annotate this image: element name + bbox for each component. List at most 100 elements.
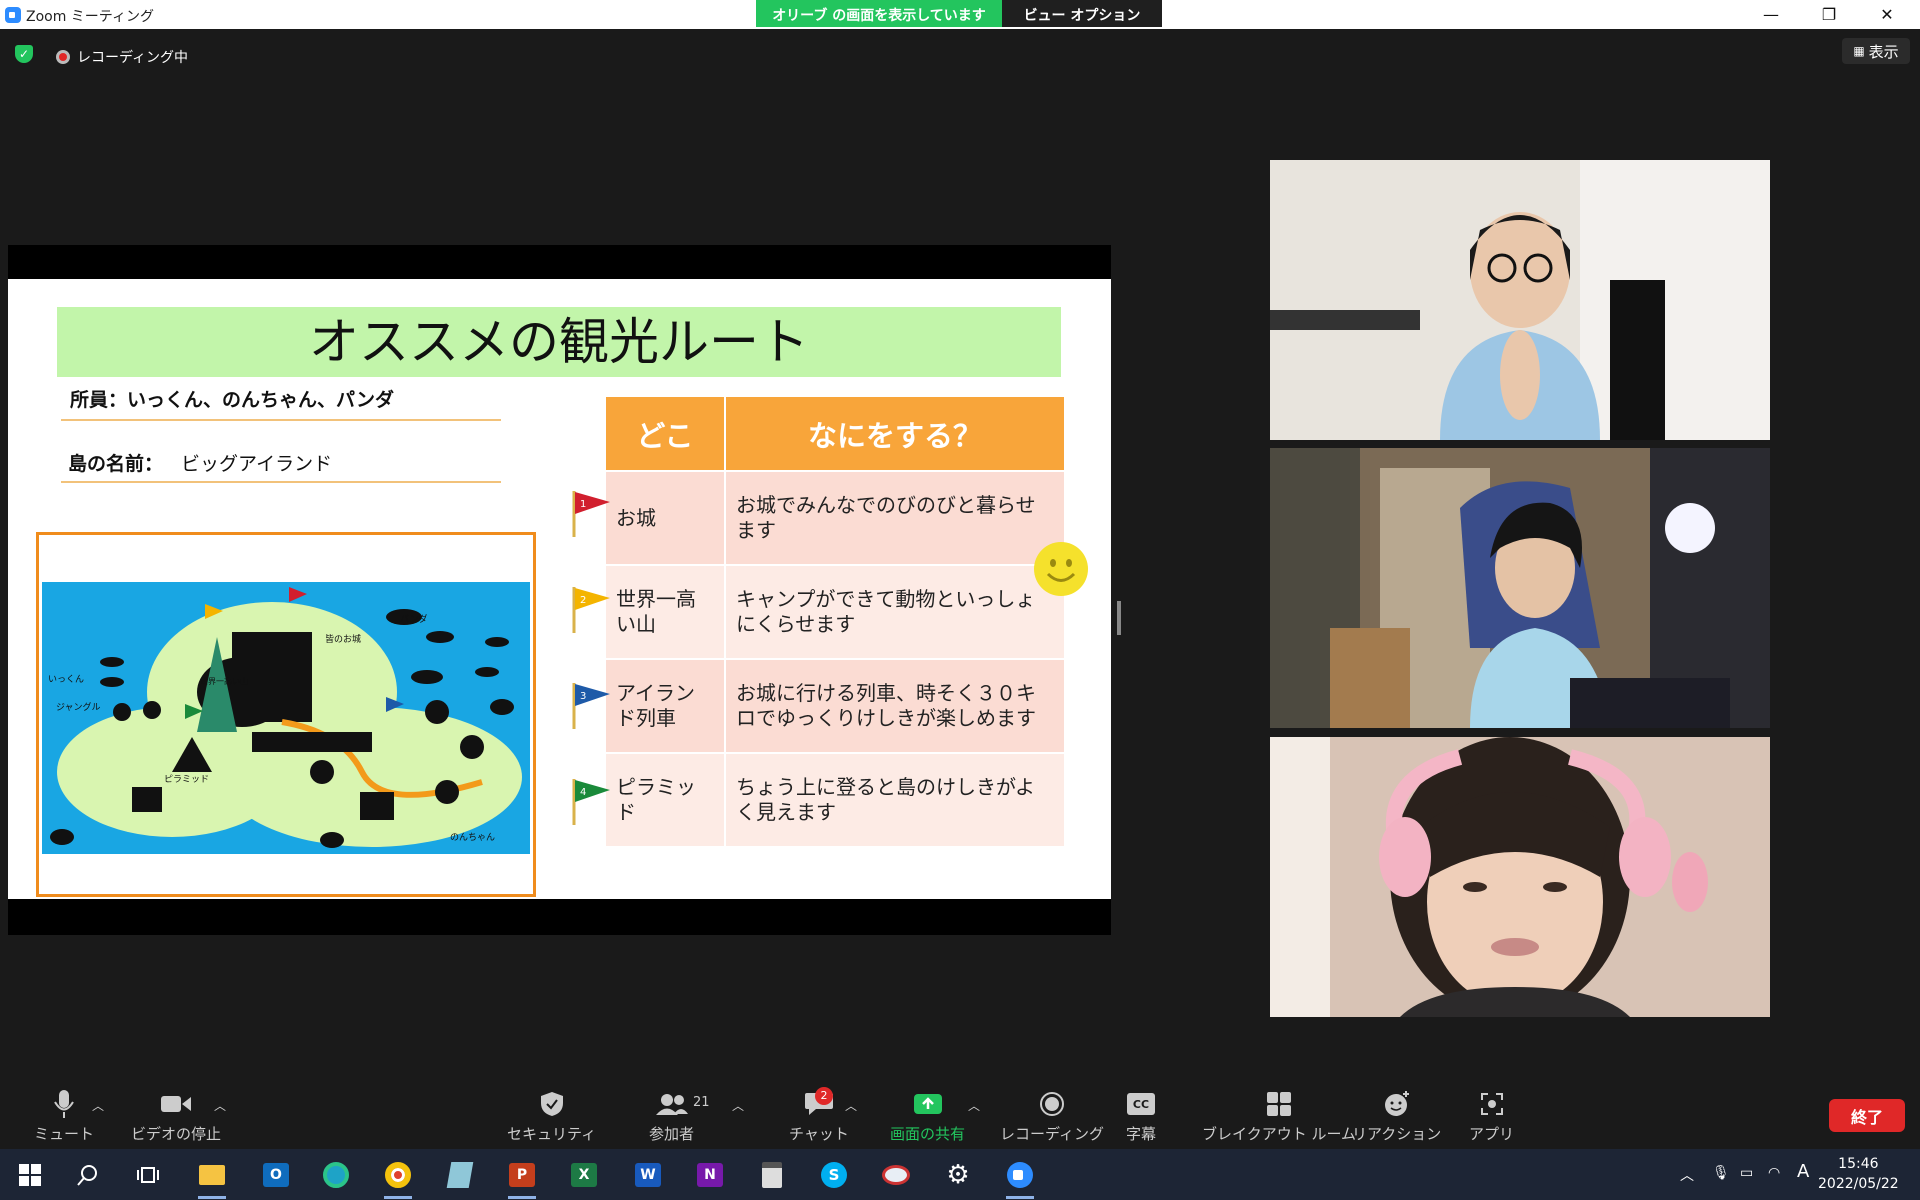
stop-video-label: ビデオの停止 <box>131 1125 222 1143</box>
share-screen-label: 画面の共有 <box>890 1125 966 1143</box>
table-cell-where: 世界一高い山 <box>606 566 724 658</box>
flag-icon-2: 2 <box>572 587 610 633</box>
chat-unread-badge: 2 <box>815 1087 833 1105</box>
shield-icon <box>540 1087 564 1121</box>
paint-app-icon[interactable] <box>878 1157 914 1193</box>
skype-icon[interactable]: S <box>816 1157 852 1193</box>
chrome-browser-icon[interactable] <box>380 1157 416 1199</box>
security-button[interactable]: セキュリティ <box>507 1087 596 1144</box>
calculator-icon[interactable] <box>754 1157 790 1193</box>
ime-indicator[interactable]: A <box>1797 1161 1809 1182</box>
annotation-smiley-icon <box>1034 542 1088 596</box>
apps-label: アプリ <box>1469 1125 1515 1143</box>
word-icon[interactable]: W <box>630 1157 666 1193</box>
table-cell-what: お城に行ける列車、時そく３０キロでゆっくりけしきが楽しめます <box>726 660 1064 752</box>
divider <box>61 481 501 483</box>
clock-date: 2022/05/22 <box>1818 1176 1899 1192</box>
flag-icon-3: 3 <box>572 683 610 729</box>
search-icon[interactable] <box>70 1157 106 1193</box>
chat-label: チャット <box>789 1125 849 1143</box>
captions-button[interactable]: CC 字幕 <box>1126 1087 1156 1144</box>
participant-video-tile[interactable] <box>1270 160 1770 440</box>
recording-label: レコーディング中 <box>77 50 189 66</box>
windows-start-icon[interactable] <box>12 1157 48 1193</box>
mute-button[interactable]: ミュート <box>34 1087 94 1144</box>
participant-video-tile[interactable] <box>1270 737 1770 1017</box>
mute-options-chevron-up-icon[interactable]: ︿ <box>92 1097 104 1114</box>
excel-icon[interactable]: X <box>566 1157 602 1193</box>
island-label: 島の名前： <box>68 453 164 475</box>
apps-button[interactable]: アプリ <box>1469 1087 1514 1144</box>
island-name-row: 島の名前： ビッグアイランド <box>68 449 332 476</box>
participants-options-chevron-up-icon[interactable]: ︿ <box>732 1097 744 1114</box>
table-header-what: なにをする？ <box>726 397 1064 470</box>
breakout-rooms-label: ブレイクアウト ルーム <box>1202 1125 1357 1143</box>
wifi-icon[interactable]: ◠ <box>1768 1165 1780 1181</box>
tray-chevron-up-icon[interactable]: ︿ <box>1680 1165 1694 1185</box>
participant-video-tile[interactable] <box>1270 448 1770 728</box>
map-label-pyramid: ピラミッド <box>164 774 209 785</box>
outlook-icon[interactable]: O <box>258 1157 294 1193</box>
svg-text:4: 4 <box>580 787 586 798</box>
share-screen-button[interactable]: 画面の共有 <box>890 1087 965 1144</box>
sharing-indicator: オリーブ の画面を表示しています <box>756 0 1002 27</box>
notes-app-icon[interactable] <box>442 1157 478 1193</box>
zoom-taskbar-icon[interactable] <box>1002 1157 1038 1199</box>
end-meeting-button[interactable]: 終了 <box>1829 1099 1905 1132</box>
edge-browser-icon[interactable] <box>318 1157 354 1193</box>
battery-icon[interactable]: ▭ <box>1740 1165 1753 1181</box>
clock-time: 15:46 <box>1838 1156 1879 1172</box>
recording-icon <box>56 50 70 64</box>
view-options-button[interactable]: ビュー オプション ⌄ <box>1002 0 1162 41</box>
route-table: どこ なにをする？ お城 お城でみんなでのびのびと暮らせます 世界一高い山 キャ… <box>604 395 1066 848</box>
minimize-button[interactable]: — <box>1748 0 1794 28</box>
encryption-shield-icon[interactable]: ✓ <box>15 45 33 63</box>
participants-label: 参加者 <box>649 1125 695 1143</box>
powerpoint-icon[interactable]: P <box>504 1157 540 1199</box>
title-bar: Zoom ミーティング オリーブ の画面を表示しています ビュー オプション ⌄… <box>0 0 1920 41</box>
file-explorer-icon[interactable] <box>194 1157 230 1199</box>
meeting-controls: ミュート ︿ ビデオの停止 ︿ セキュリティ 参加者 21 ︿ チャット 2 ︿… <box>0 1079 1920 1149</box>
grid-icon: ▦ <box>1853 44 1865 58</box>
share-options-chevron-up-icon[interactable]: ︿ <box>968 1097 980 1114</box>
taskbar-clock[interactable]: 15:46 2022/05/22 <box>1818 1154 1899 1194</box>
meeting-stage: ✓ レコーディング中 ▦ 表示 オススメの観光ルート 所員：いっくん、のんちゃん… <box>0 29 1920 1079</box>
participant-video <box>1270 448 1770 728</box>
stop-video-button[interactable]: ビデオの停止 <box>131 1087 221 1144</box>
panel-resize-handle[interactable] <box>1117 601 1121 635</box>
view-button-label: 表示 <box>1868 42 1899 61</box>
reactions-button[interactable]: リアクション <box>1352 1087 1441 1144</box>
shared-screen[interactable]: オススメの観光ルート 所員：いっくん、のんちゃん、パンダ 島の名前： ビッグアイラ… <box>8 245 1111 935</box>
island-name: ビッグアイランド <box>181 453 333 475</box>
slide-members: 所員：いっくん、のんちゃん、パンダ <box>70 389 394 411</box>
record-button[interactable]: レコーディング <box>1000 1087 1104 1144</box>
view-button[interactable]: ▦ 表示 <box>1842 38 1910 64</box>
chat-options-chevron-up-icon[interactable]: ︿ <box>845 1097 857 1114</box>
table-row: 世界一高い山 キャンプができて動物といっしょにくらせます <box>606 566 1064 658</box>
task-view-icon[interactable] <box>130 1157 166 1193</box>
svg-text:1: 1 <box>580 499 586 510</box>
share-screen-icon <box>913 1087 943 1121</box>
table-header-where: どこ <box>606 397 724 470</box>
svg-text:2: 2 <box>580 595 586 606</box>
restore-button[interactable]: ❐ <box>1806 0 1852 28</box>
microphone-tray-icon[interactable]: 🎙︎ <box>1712 1165 1730 1181</box>
mute-label: ミュート <box>34 1125 95 1143</box>
video-options-chevron-up-icon[interactable]: ︿ <box>214 1097 226 1114</box>
record-label: レコーディング <box>1000 1125 1104 1143</box>
table-cell-where: ピラミッド <box>606 754 724 846</box>
record-icon <box>1039 1087 1065 1121</box>
reaction-smiley-icon <box>1383 1087 1411 1121</box>
participants-button[interactable]: 参加者 <box>649 1087 694 1144</box>
screen-share-banner: オリーブ の画面を表示しています ビュー オプション ⌄ <box>756 0 1162 41</box>
close-button[interactable]: ✕ <box>1864 0 1910 28</box>
reactions-label: リアクション <box>1352 1125 1442 1143</box>
participants-count: 21 <box>693 1095 710 1110</box>
table-row: ピラミッド ちょう上に登ると島のけしきがよく見えます <box>606 754 1064 846</box>
settings-gear-icon[interactable]: ⚙ <box>940 1157 976 1193</box>
zoom-app-icon <box>5 7 21 23</box>
recording-indicator[interactable]: レコーディング中 <box>56 47 188 67</box>
map-label-jungle: ジャングル <box>56 701 101 713</box>
breakout-rooms-button[interactable]: ブレイクアウト ルーム <box>1202 1087 1356 1144</box>
onenote-icon[interactable]: N <box>692 1157 728 1193</box>
